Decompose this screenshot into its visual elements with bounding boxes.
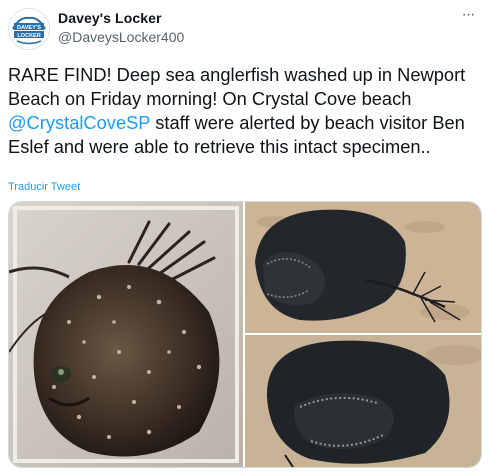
translate-tweet-link[interactable]: Traducir Tweet xyxy=(8,181,80,193)
media-grid xyxy=(8,201,482,468)
media-divider xyxy=(245,333,481,335)
mention-link[interactable]: @CrystalCoveSP xyxy=(8,112,150,133)
more-options-icon[interactable]: ··· xyxy=(457,4,479,26)
svg-text:LOCKER: LOCKER xyxy=(17,33,41,39)
handle[interactable]: @DaveysLocker400 xyxy=(58,29,184,45)
anglerfish-in-tray-photo[interactable] xyxy=(9,202,243,467)
display-name[interactable]: Davey's Locker xyxy=(58,10,162,26)
anglerfish-on-sand-photo[interactable] xyxy=(245,202,481,333)
tweet-text: RARE FIND! Deep sea anglerfish washed up… xyxy=(8,63,480,159)
tweet-card: DAVEY'S LOCKER Davey's Locker @DaveysLoc… xyxy=(0,0,489,473)
svg-text:DAVEY'S: DAVEY'S xyxy=(17,25,41,31)
anglerfish-mouth-closeup-photo[interactable] xyxy=(245,335,481,467)
avatar[interactable]: DAVEY'S LOCKER xyxy=(8,8,50,50)
daveys-locker-logo-icon: DAVEY'S LOCKER xyxy=(9,9,49,49)
tweet-text-part: RARE FIND! Deep sea anglerfish washed up… xyxy=(8,64,466,109)
